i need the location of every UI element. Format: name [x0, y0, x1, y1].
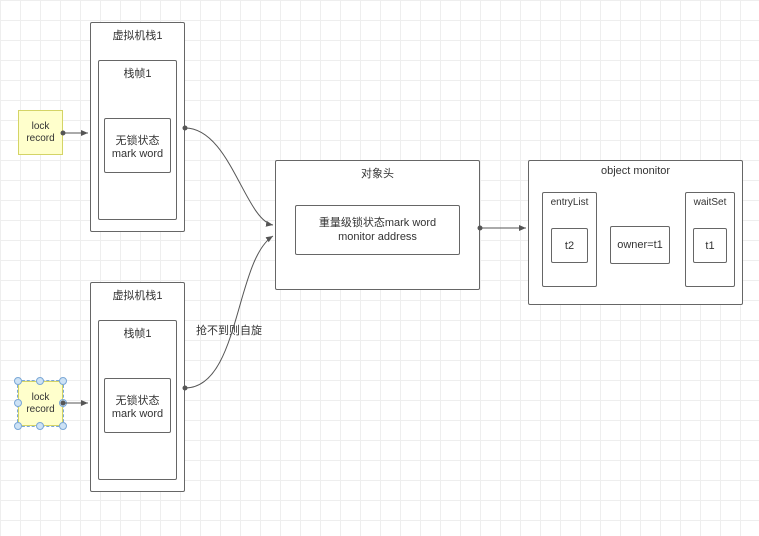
object-header-title: 对象头: [276, 161, 479, 185]
entry-list-item-label: t2: [565, 240, 574, 252]
monitor-owner-label: owner=t1: [617, 239, 663, 251]
selection-handle[interactable]: [14, 377, 22, 385]
wait-set-title: waitSet: [686, 193, 734, 212]
selection-handle[interactable]: [59, 422, 67, 430]
mark-word-2-line1: 无锁状态: [116, 392, 160, 408]
note2-line2: record: [26, 404, 54, 415]
mark-word-2: 无锁状态 mark word: [104, 378, 171, 433]
wait-set-item-label: t1: [705, 240, 714, 252]
mark-word-1-line2: mark word: [112, 148, 163, 160]
vm-stack-1-title: 虚拟机栈1: [91, 23, 184, 47]
stack-frame-2-title: 栈帧1: [99, 321, 176, 345]
selection-handle[interactable]: [14, 422, 22, 430]
edge-label-spin: 抢不到则自旋: [196, 322, 262, 338]
hw-mark-line1: 重量级锁状态mark word: [319, 216, 436, 230]
selection-handle[interactable]: [36, 422, 44, 430]
selection-handle[interactable]: [59, 399, 67, 407]
lock-record-note-1: lock record: [18, 110, 63, 155]
note2-line1: lock: [32, 392, 50, 403]
note1-line1: lock: [32, 121, 50, 132]
lock-record-note-2[interactable]: lock record: [18, 381, 63, 426]
mark-word-2-line2: mark word: [112, 408, 163, 420]
vm-stack-2-title: 虚拟机栈1: [91, 283, 184, 307]
monitor-owner: owner=t1: [610, 226, 670, 264]
selection-handle[interactable]: [59, 377, 67, 385]
wait-set-item: t1: [693, 228, 727, 263]
selection-handle[interactable]: [14, 399, 22, 407]
note1-line2: record: [26, 133, 54, 144]
stack-frame-1-title: 栈帧1: [99, 61, 176, 85]
mark-word-1-line1: 无锁状态: [116, 132, 160, 148]
object-monitor-title: object monitor: [529, 161, 742, 181]
entry-list-item: t2: [551, 228, 588, 263]
entry-list-title: entryList: [543, 193, 596, 212]
hw-mark-line2: monitor address: [338, 230, 417, 244]
selection-handle[interactable]: [36, 377, 44, 385]
mark-word-1: 无锁状态 mark word: [104, 118, 171, 173]
heavyweight-mark-word: 重量级锁状态mark word monitor address: [295, 205, 460, 255]
